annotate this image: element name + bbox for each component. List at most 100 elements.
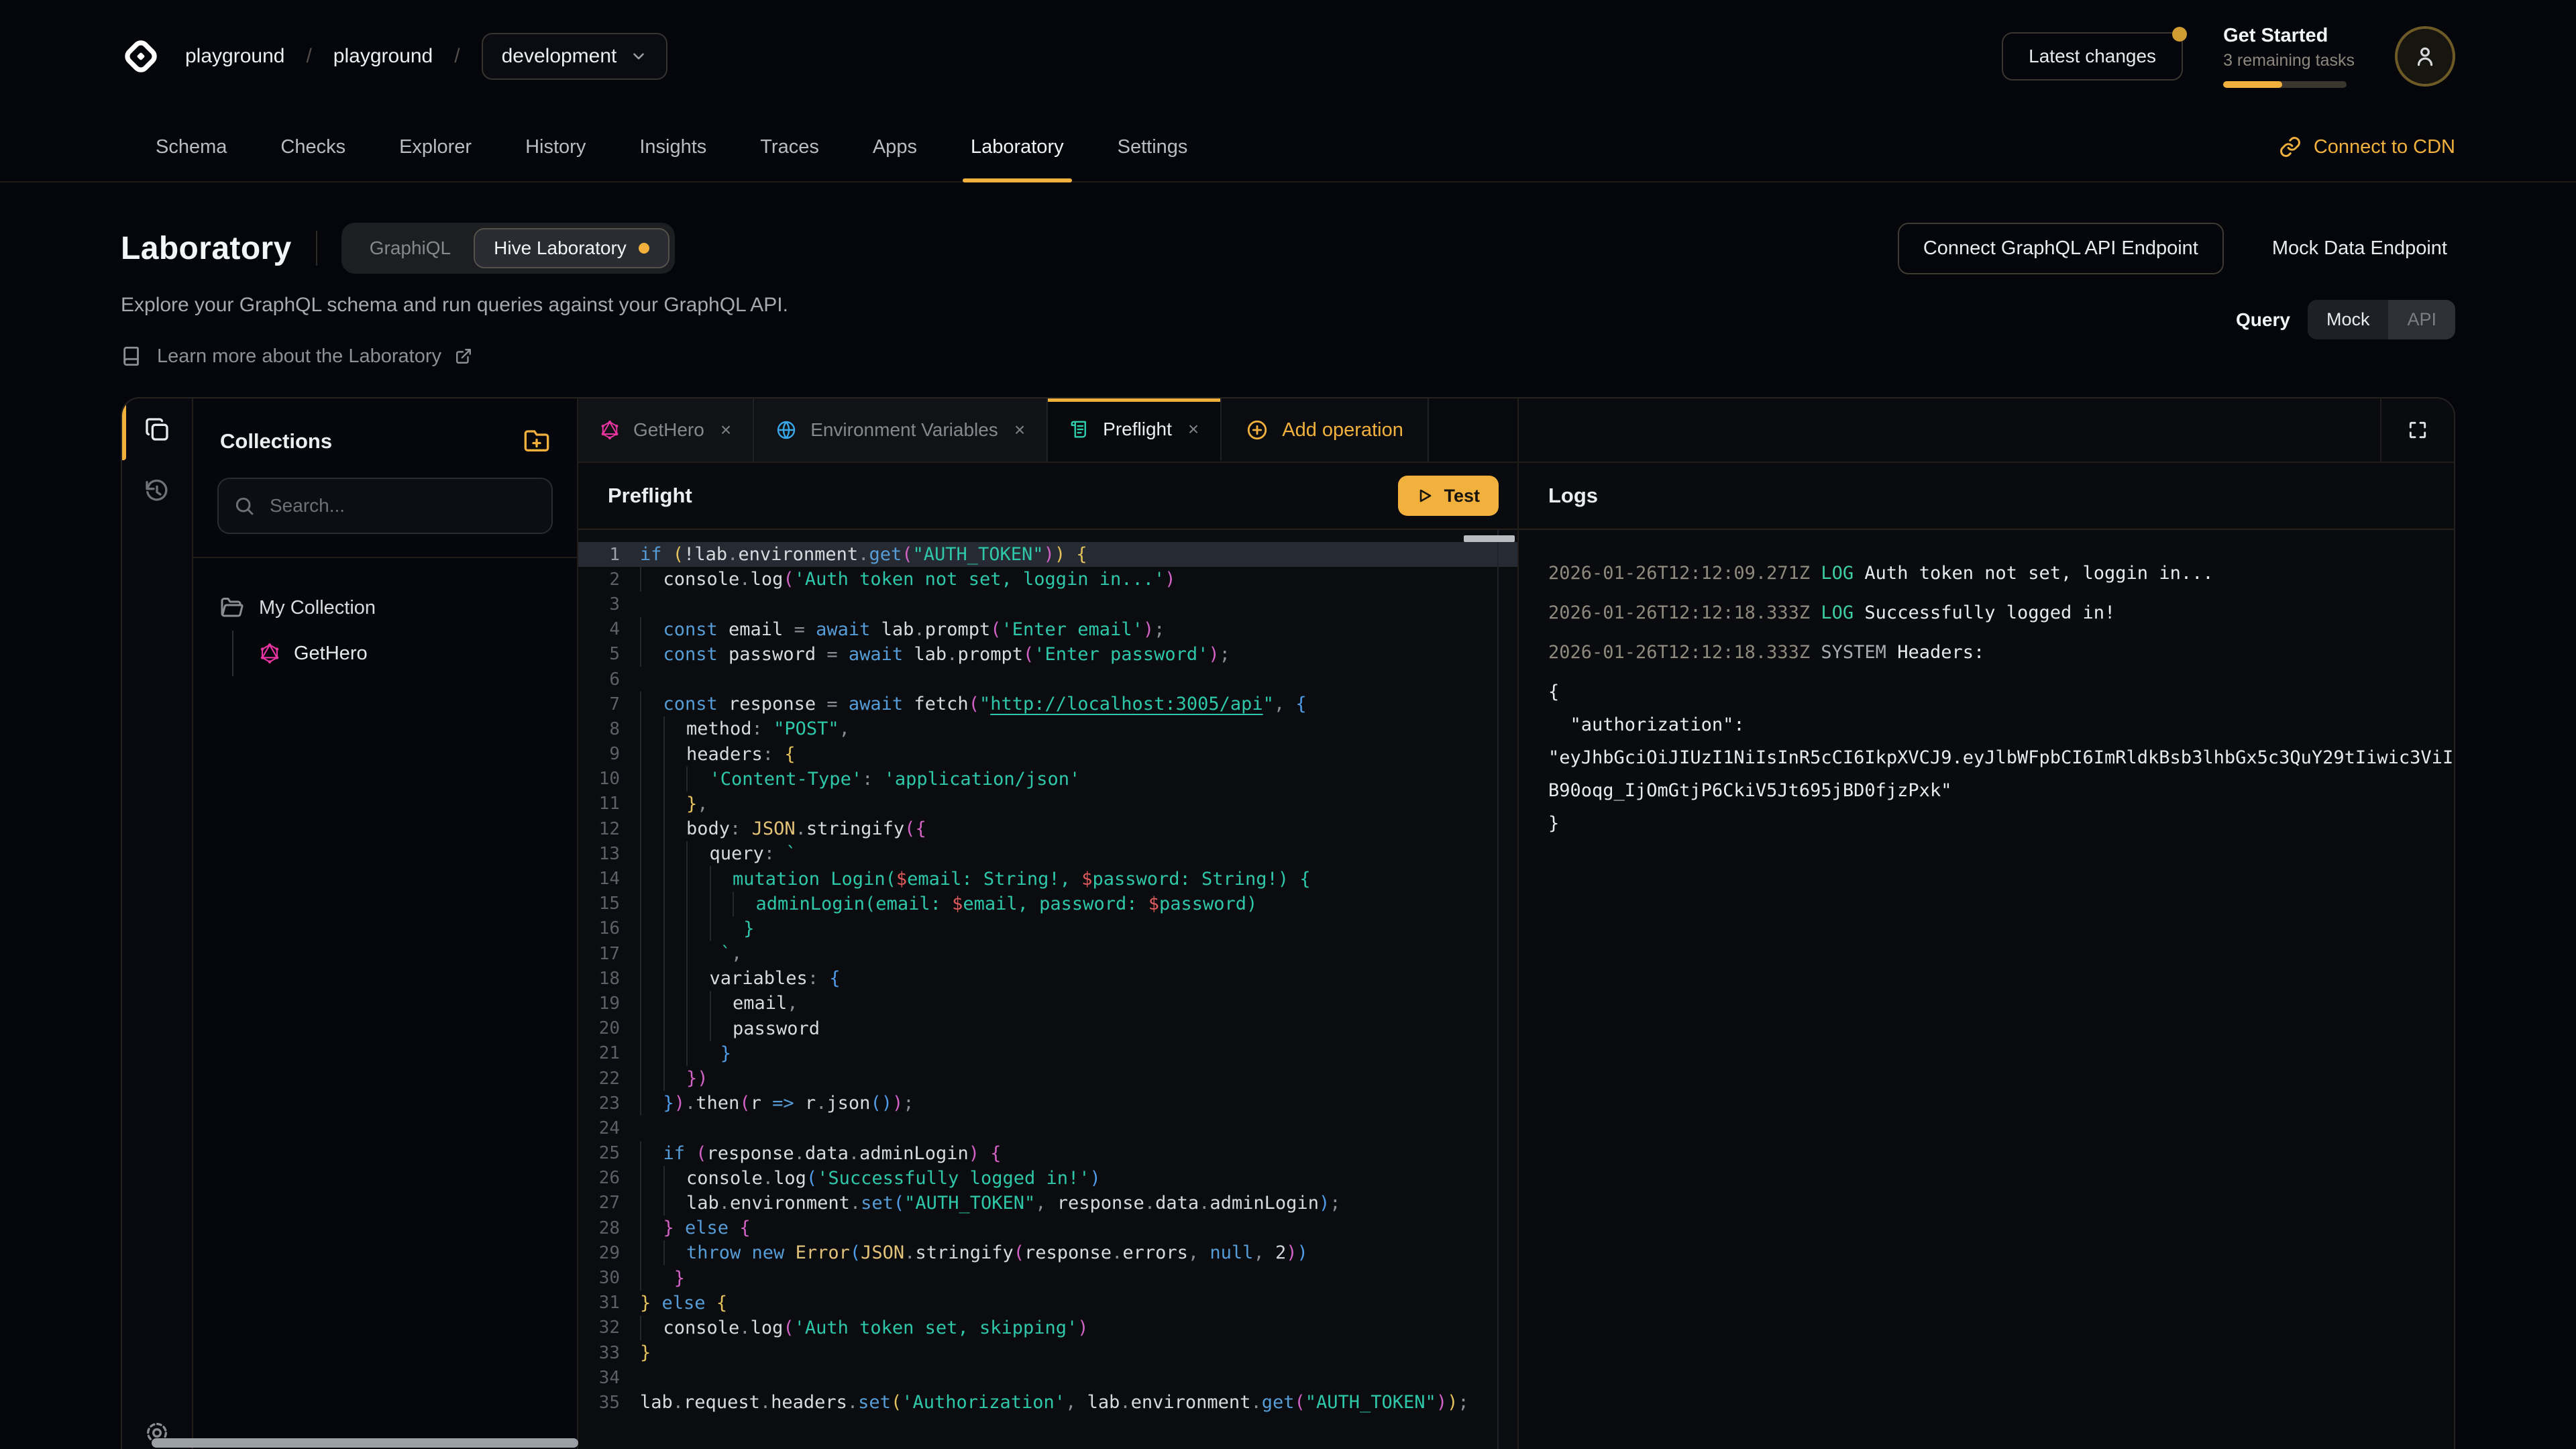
mode-option-graphiql[interactable]: GraphiQL — [347, 228, 474, 268]
nav-tab-history[interactable]: History — [498, 113, 612, 181]
operation-tabbar: GetHero × Environment Variables × Prefli… — [578, 398, 1517, 463]
breadcrumb-separator: / — [454, 45, 460, 68]
breadcrumb-separator: / — [306, 45, 311, 68]
line-number: 8 — [578, 719, 640, 739]
breadcrumb-org[interactable]: playground — [185, 45, 284, 68]
line-number: 10 — [578, 769, 640, 789]
endpoint-option-api[interactable]: API — [2388, 300, 2455, 339]
target-selector[interactable]: development — [482, 33, 668, 80]
tab-label: Environment Variables — [810, 419, 998, 441]
code-line: 9headers: { — [578, 742, 1517, 767]
add-operation-button[interactable]: Add operation — [1222, 398, 1429, 462]
close-icon[interactable]: × — [720, 419, 731, 441]
plus-circle-icon — [1246, 419, 1269, 441]
logs-body[interactable]: 2026-01-26T12:12:09.271Z LOG Auth token … — [1519, 530, 2454, 1449]
connect-to-cdn-link[interactable]: Connect to CDN — [2279, 113, 2455, 181]
logs-column: Logs 2026-01-26T12:12:09.271Z LOG Auth t… — [1519, 398, 2454, 1449]
nav-tab-explorer[interactable]: Explorer — [372, 113, 498, 181]
collections-rail-button[interactable] — [122, 398, 192, 460]
learn-more-link[interactable]: Learn more about the Laboratory — [121, 345, 788, 368]
line-number: 20 — [578, 1018, 640, 1038]
line-number: 19 — [578, 994, 640, 1014]
user-avatar[interactable] — [2395, 26, 2455, 87]
line-number: 4 — [578, 619, 640, 639]
line-number: 2 — [578, 570, 640, 590]
latest-changes-label: Latest changes — [2029, 46, 2156, 66]
test-button[interactable]: Test — [1398, 476, 1499, 516]
nav-tab-insights[interactable]: Insights — [612, 113, 733, 181]
history-icon — [144, 478, 170, 504]
get-started-widget[interactable]: Get Started 3 remaining tasks — [2223, 25, 2355, 88]
page-horizontal-scrollbar[interactable] — [152, 1438, 578, 1448]
code-line: 8method: "POST", — [578, 716, 1517, 741]
nav-tab-checks[interactable]: Checks — [254, 113, 372, 181]
add-operation-label: Add operation — [1282, 419, 1403, 441]
history-rail-button[interactable] — [122, 460, 192, 522]
main-nav: SchemaChecksExplorerHistoryInsightsTrace… — [0, 113, 2576, 182]
fullscreen-button[interactable] — [2380, 398, 2454, 462]
laboratory-hero: Laboratory GraphiQL Hive Laboratory Expl… — [0, 182, 2576, 368]
log-entry: 2026-01-26T12:12:18.333Z LOG Successfull… — [1548, 596, 2454, 629]
hive-logo-icon[interactable] — [118, 34, 164, 79]
log-raw-line: "authorization": — [1548, 708, 2454, 741]
collections-sidebar: Collections My Collection — [193, 398, 578, 1449]
nav-tab-schema[interactable]: Schema — [129, 113, 254, 181]
globe-icon — [775, 419, 797, 441]
book-icon — [121, 345, 144, 368]
editor-scrollbar-thumb[interactable] — [1464, 535, 1515, 542]
new-collection-button[interactable] — [523, 428, 550, 455]
active-rail-indicator — [122, 398, 126, 460]
code-line: 12body: JSON.stringify({ — [578, 816, 1517, 841]
breadcrumb-project[interactable]: playground — [333, 45, 433, 68]
nav-tab-settings[interactable]: Settings — [1091, 113, 1215, 181]
collections-search — [217, 478, 553, 534]
code-line: 7const response = await fetch("http://lo… — [578, 692, 1517, 716]
hive-laboratory-app: playground / playground / development La… — [0, 0, 2576, 1449]
connect-graphql-endpoint-button[interactable]: Connect GraphQL API Endpoint — [1898, 223, 2224, 274]
log-raw-line: { — [1548, 676, 2454, 708]
code-line: 1if (!lab.environment.get("AUTH_TOKEN"))… — [578, 542, 1517, 567]
preflight-code-editor[interactable]: 1if (!lab.environment.get("AUTH_TOKEN"))… — [578, 530, 1517, 1449]
line-number: 7 — [578, 694, 640, 714]
operation-gethero-row[interactable]: GetHero — [233, 631, 577, 676]
code-line: 34 — [578, 1365, 1517, 1390]
code-line: 22}) — [578, 1066, 1517, 1091]
code-line: 28} else { — [578, 1216, 1517, 1240]
get-started-title: Get Started — [2223, 25, 2355, 47]
learn-more-label: Learn more about the Laboratory — [157, 345, 441, 368]
mode-option-label: Hive Laboratory — [494, 237, 627, 259]
mode-option-hive-laboratory[interactable]: Hive Laboratory — [474, 228, 669, 268]
tab-preflight[interactable]: Preflight × — [1048, 398, 1222, 462]
mock-data-endpoint-button[interactable]: Mock Data Endpoint — [2264, 236, 2455, 261]
code-line: 17 `, — [578, 941, 1517, 966]
tab-label: Preflight — [1103, 419, 1172, 440]
code-line: 24 — [578, 1116, 1517, 1140]
line-number: 31 — [578, 1293, 640, 1313]
code-line: 13query: ` — [578, 841, 1517, 866]
nav-tab-laboratory[interactable]: Laboratory — [944, 113, 1091, 181]
editor-ruler — [1497, 530, 1499, 1449]
header-right: Latest changes Get Started 3 remaining t… — [2002, 25, 2455, 88]
tab-environment-variables[interactable]: Environment Variables × — [754, 398, 1048, 462]
external-link-icon — [455, 347, 472, 365]
nav-tab-apps[interactable]: Apps — [846, 113, 944, 181]
test-button-label: Test — [1444, 486, 1480, 506]
close-icon[interactable]: × — [1188, 419, 1199, 440]
tab-gethero[interactable]: GetHero × — [578, 398, 754, 462]
nav-tab-traces[interactable]: Traces — [733, 113, 846, 181]
collections-tree: My Collection GetHero — [193, 558, 577, 676]
top-header: playground / playground / development La… — [0, 0, 2576, 113]
endpoint-option-mock[interactable]: Mock — [2308, 300, 2389, 339]
close-icon[interactable]: × — [1014, 419, 1025, 441]
title-divider — [316, 231, 317, 266]
link-icon — [2279, 136, 2302, 158]
play-icon — [1417, 488, 1433, 504]
line-number: 5 — [578, 644, 640, 664]
get-started-progress — [2223, 81, 2347, 88]
breadcrumb: playground / playground / development — [118, 33, 667, 80]
search-input[interactable] — [217, 478, 553, 534]
collection-folder-row[interactable]: My Collection — [193, 585, 577, 631]
side-rail — [122, 398, 193, 1449]
code-line: 19email, — [578, 991, 1517, 1016]
latest-changes-button[interactable]: Latest changes — [2002, 32, 2183, 80]
